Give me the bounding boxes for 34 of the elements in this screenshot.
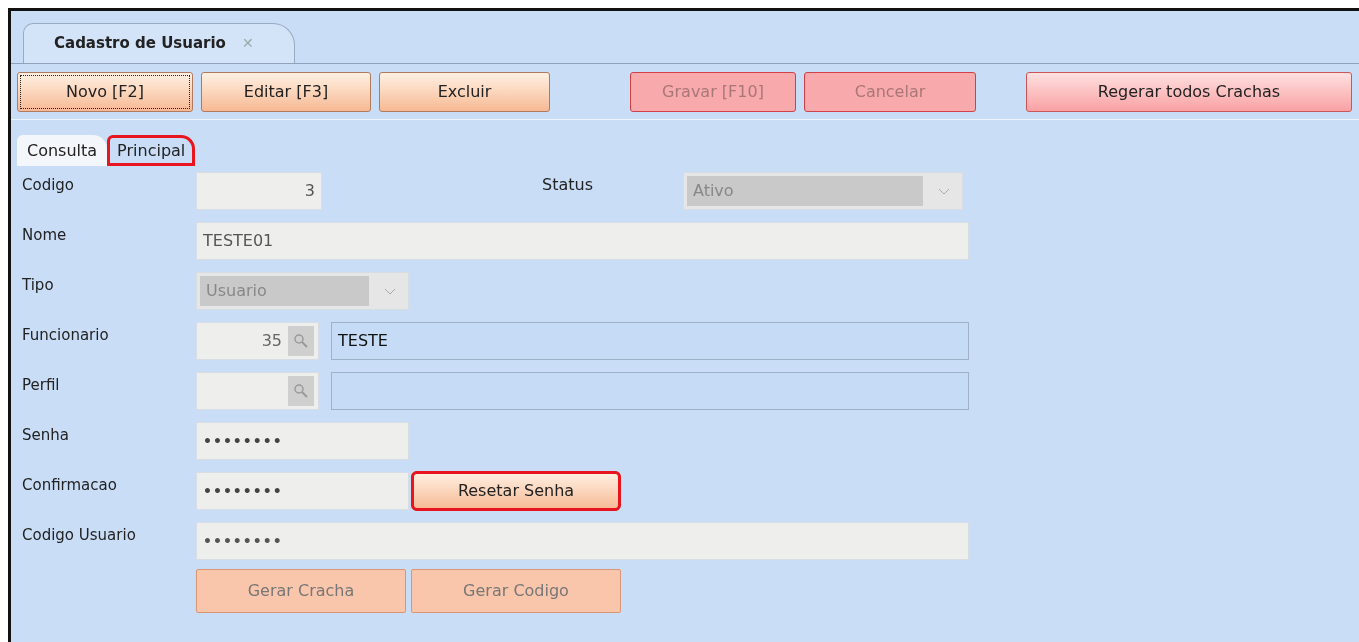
dropdown-value: Usuario — [200, 276, 369, 306]
document-tab[interactable]: Cadastro de Usuario ✕ — [23, 23, 295, 63]
password-field[interactable]: •••••••• — [196, 422, 409, 460]
field-label: Perfil — [22, 374, 61, 396]
tab[interactable]: Principal — [107, 135, 196, 166]
search-icon[interactable] — [288, 326, 314, 356]
toolbar-button[interactable]: Novo [F2] — [17, 72, 193, 112]
dropdown-value: Ativo — [687, 176, 923, 206]
field-label: Funcionario — [22, 324, 110, 346]
field-label: Status — [542, 174, 593, 196]
field-label: Codigo Usuario — [22, 524, 137, 546]
toolbar-button[interactable]: Regerar todos Crachas — [1026, 72, 1352, 112]
field-label: Senha — [22, 424, 70, 446]
lookup-field[interactable]: 35 — [196, 322, 319, 360]
field-label: Confirmacao — [22, 474, 118, 496]
input-field[interactable]: TESTE — [331, 322, 969, 360]
field-label: Nome — [22, 224, 68, 246]
tab-title: Cadastro de Usuario — [54, 33, 226, 55]
toolbar-button[interactable]: Excluir — [379, 72, 550, 112]
password-field[interactable]: •••••••• — [196, 472, 409, 510]
search-icon[interactable] — [288, 376, 314, 406]
field-value: 35 — [261, 330, 282, 352]
input-field[interactable]: TESTE01 — [196, 222, 969, 260]
field-label: Tipo — [22, 274, 55, 296]
tab[interactable]: Consulta — [17, 135, 108, 166]
field-label: Codigo — [22, 174, 76, 196]
password-field[interactable]: •••••••• — [196, 522, 969, 560]
input-field[interactable] — [331, 372, 969, 410]
lookup-field[interactable] — [196, 372, 319, 410]
chevron-icon — [384, 287, 396, 295]
toolbar-button[interactable]: Editar [F3] — [201, 72, 371, 112]
input-field[interactable]: 3 — [196, 172, 322, 210]
chevron-icon — [938, 187, 950, 195]
reset-password-button[interactable]: Resetar Senha — [411, 471, 621, 511]
